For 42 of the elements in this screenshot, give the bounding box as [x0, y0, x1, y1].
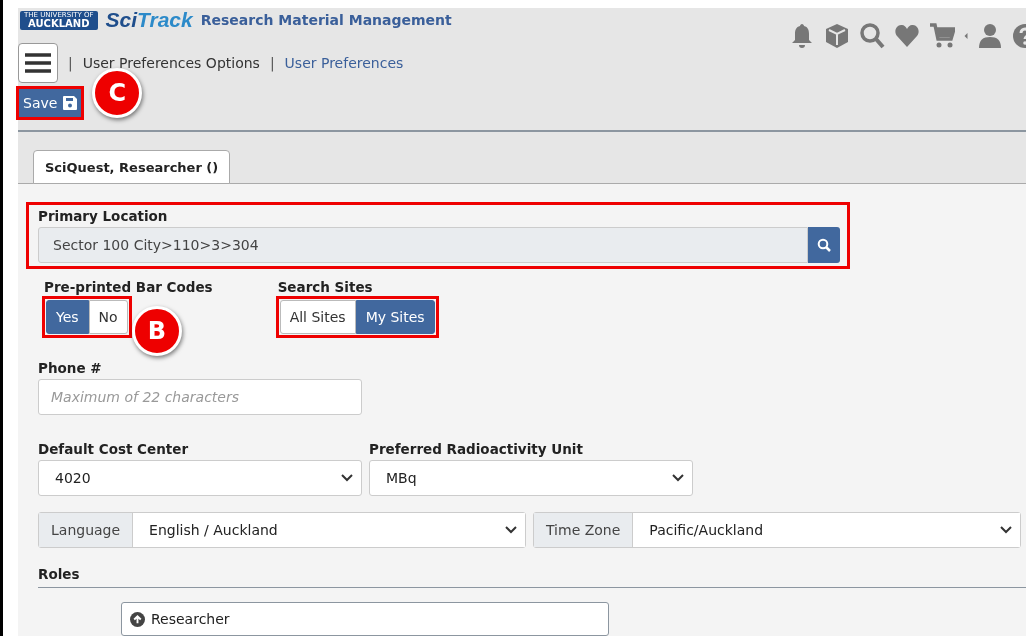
field-label: Primary Location — [38, 208, 169, 224]
toggle-option[interactable]: No — [88, 300, 128, 334]
field-label: Default Cost Center — [38, 441, 190, 457]
cart-icon[interactable] — [929, 22, 955, 50]
search-button[interactable] — [808, 227, 840, 263]
breadcrumb-separator: | — [269, 55, 275, 71]
toggle-option[interactable]: All Sites — [279, 300, 356, 334]
search-icon — [817, 238, 831, 252]
callout-marker: C — [92, 68, 143, 118]
save-button[interactable]: Save — [18, 88, 83, 118]
user-tab[interactable]: SciQuest, Researcher () — [33, 150, 231, 184]
toggle-option[interactable]: My Sites — [355, 300, 435, 334]
select-field[interactable]: Language English / Auckland — [38, 512, 526, 548]
field-label: Search Sites — [277, 279, 374, 295]
callout-marker: B — [132, 306, 182, 356]
breadcrumb-text: User Preferences Options — [82, 55, 260, 71]
select-field[interactable]: Time Zone Pacific/Auckland — [533, 512, 1021, 548]
field-label: Phone # — [38, 360, 103, 376]
menu-button[interactable] — [18, 43, 58, 83]
app-logo: SciTrack — [105, 8, 193, 32]
breadcrumb-link[interactable]: User Preferences — [284, 55, 404, 71]
phone-field[interactable]: Maximum of 22 characters — [38, 379, 362, 415]
role-item[interactable]: Researcher — [121, 602, 609, 636]
menu-icon — [25, 53, 51, 73]
box-icon[interactable] — [824, 22, 850, 50]
app-subtitle: Research Material Management — [200, 12, 452, 28]
field-label: Preferred Radioactivity Unit — [369, 441, 584, 457]
user-icon[interactable] — [977, 22, 1003, 50]
chevron-down-icon — [505, 526, 517, 534]
select-field[interactable]: MBq — [369, 460, 693, 496]
chevron-down-icon — [672, 474, 684, 482]
chevron-down-icon — [1000, 526, 1012, 534]
caret-icon — [964, 33, 968, 39]
search-icon[interactable] — [859, 22, 885, 50]
breadcrumb-separator: | — [68, 55, 73, 71]
field-label: Pre-printed Bar Codes — [44, 279, 213, 295]
arrow-up-circle-icon — [130, 611, 145, 627]
toggle-option[interactable]: Yes — [46, 300, 89, 334]
section-heading: Roles — [38, 566, 81, 582]
select-field[interactable]: 4020 — [38, 460, 362, 496]
location-field[interactable]: Sector 100 City>110>3>304 — [38, 227, 808, 263]
chevron-down-icon — [341, 474, 353, 482]
